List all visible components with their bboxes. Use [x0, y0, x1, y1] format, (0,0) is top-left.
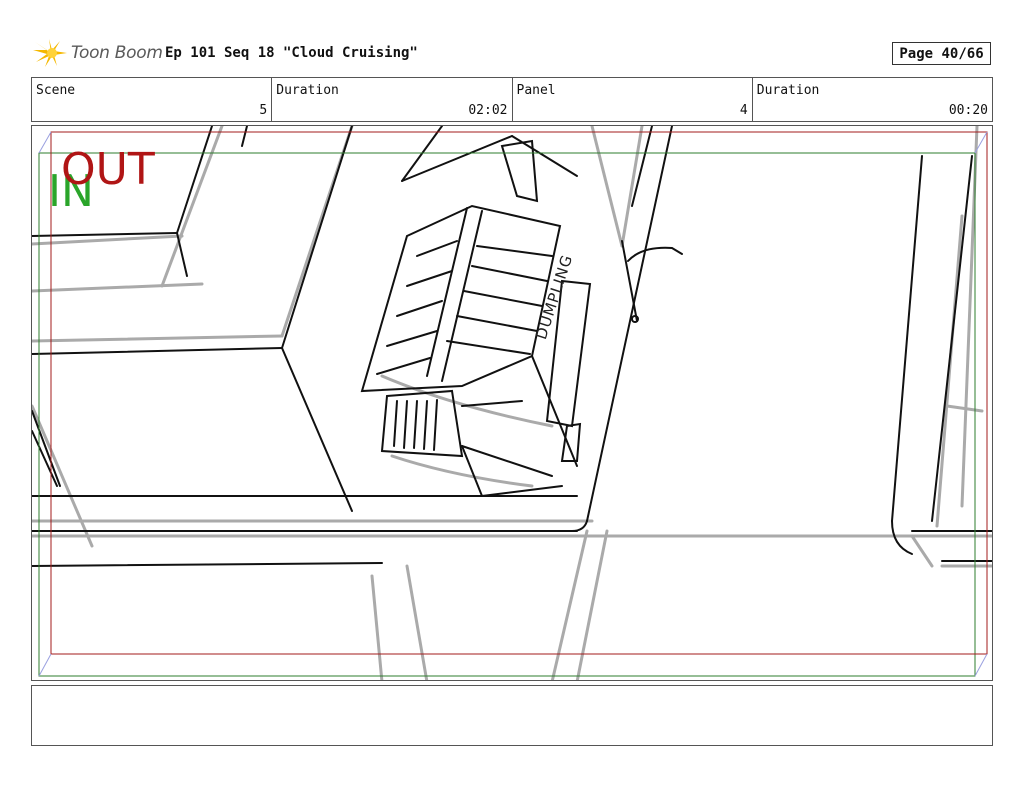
scene-value: 5: [259, 103, 268, 118]
in-frame: [38, 152, 976, 677]
scene-duration-value: 02:02: [468, 103, 508, 118]
starburst-icon: [33, 39, 67, 67]
sketch-drawing: [32, 126, 992, 680]
panel-notes-box: [31, 685, 993, 746]
panel-duration-label: Duration: [756, 83, 820, 98]
storyboard-panel: IN OUT DUMPLING: [31, 125, 993, 681]
panel-duration-cell: Duration 00:20: [753, 78, 992, 121]
out-frame-label: OUT: [61, 144, 155, 195]
scene-duration-cell: Duration 02:02: [272, 78, 513, 121]
panel-duration-value: 00:20: [948, 103, 988, 118]
panel-label: Panel: [516, 83, 556, 98]
frame-corner-arrows: [38, 131, 988, 677]
storyboard-title: Ep 101 Seq 18 "Cloud Cruising": [165, 45, 418, 61]
panel-value: 4: [739, 103, 748, 118]
scene-label: Scene: [36, 83, 76, 98]
scene-cell: Scene 5: [32, 78, 273, 121]
scene-duration-label: Duration: [276, 83, 339, 98]
logo-text: Toon Boom: [71, 43, 163, 63]
sketch-grey-lines: [32, 126, 992, 680]
panel-info-row: Scene 5 Duration 02:02 Panel 4 Duration …: [31, 77, 993, 122]
toon-boom-logo: Toon Boom: [33, 36, 163, 70]
page-number: Page 40/66: [892, 42, 991, 65]
sketch-ink-lines: [32, 126, 992, 567]
panel-cell: Panel 4: [513, 78, 753, 121]
